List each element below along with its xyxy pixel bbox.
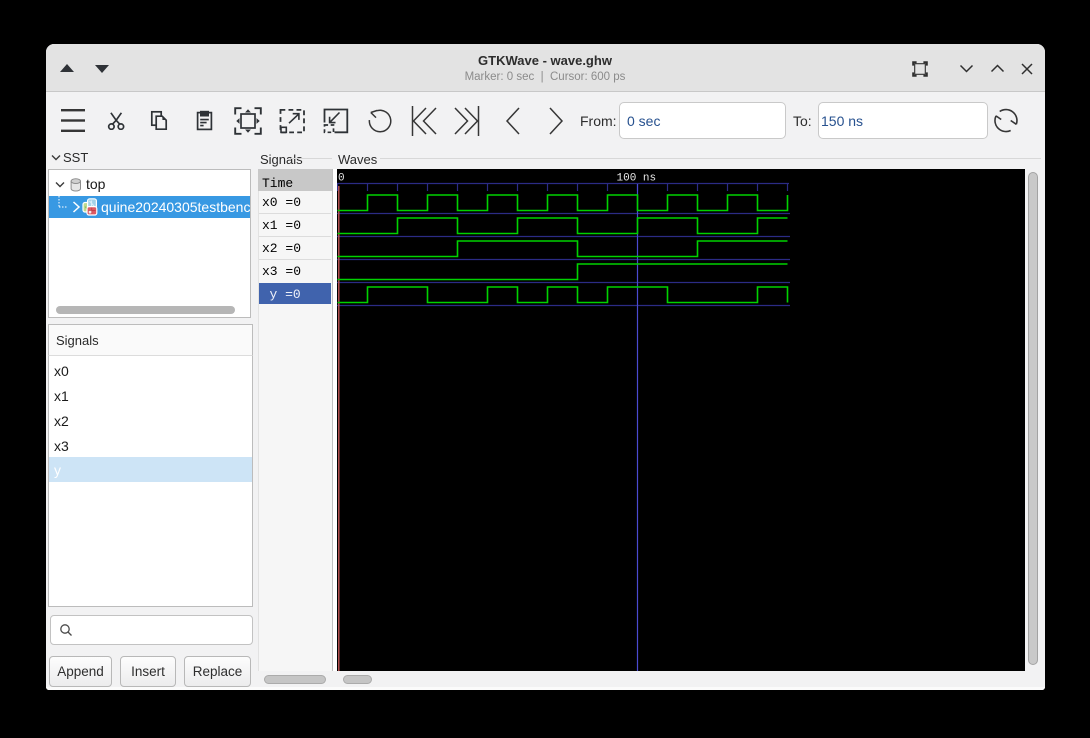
svg-text:100 ns: 100 ns (617, 173, 657, 185)
svg-text:0: 0 (338, 173, 345, 185)
